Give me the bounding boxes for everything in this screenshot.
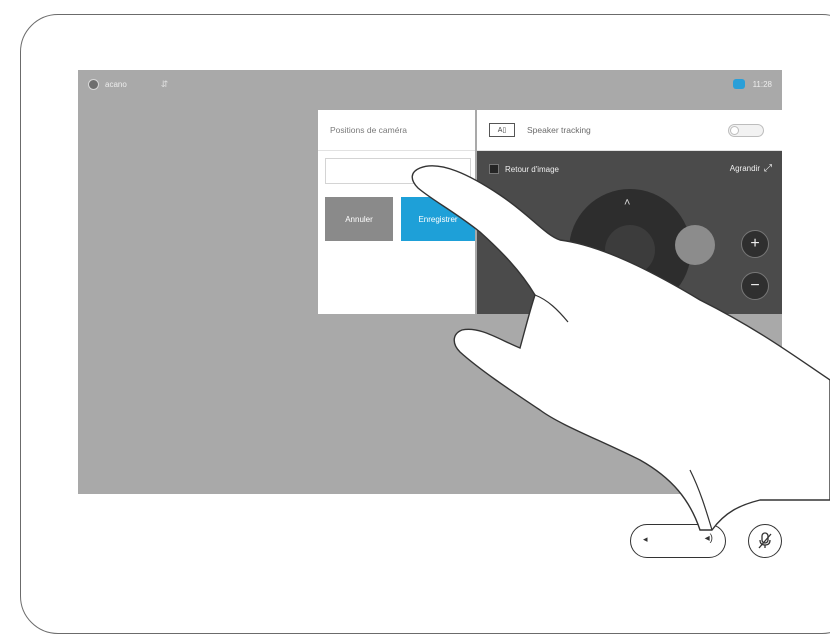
- speaker-tracking-label: Speaker tracking: [527, 125, 591, 135]
- mirror-row[interactable]: Retour d'image: [489, 164, 559, 174]
- speaker-low-icon[interactable]: ◂: [643, 534, 648, 545]
- status-right: 11:28: [732, 79, 772, 89]
- zoom-in-button[interactable]: +: [741, 230, 769, 258]
- presets-title: Positions de caméra: [330, 125, 408, 135]
- microphone-muted-icon: [758, 532, 772, 549]
- zoom-out-button[interactable]: −: [741, 272, 769, 300]
- touch-screen: acano ⇵ 11:28 Positions de caméra Annule…: [78, 70, 782, 494]
- expand-button[interactable]: Agrandir ⤢: [730, 163, 772, 174]
- zoom-indicator: [675, 225, 715, 265]
- corner-fold: [758, 470, 782, 494]
- clock: 11:28: [752, 79, 772, 89]
- cancel-button[interactable]: Annuler: [325, 197, 393, 241]
- camera-presets-pane: Positions de caméra Annuler Enregistrer: [318, 110, 475, 314]
- presets-header: Positions de caméra: [318, 110, 475, 151]
- camera-self-view-icon[interactable]: [732, 79, 745, 89]
- chevron-up-icon[interactable]: ˄: [624, 197, 630, 209]
- expand-label: Agrandir: [729, 164, 760, 173]
- pan-tilt-joystick[interactable]: ˄: [569, 189, 691, 311]
- speaker-track-icon: A▯: [489, 123, 515, 137]
- preset-name-input[interactable]: [325, 158, 471, 184]
- status-left: acano ⇵: [88, 79, 168, 90]
- contact-label: acano: [105, 80, 127, 89]
- joystick-center: [605, 225, 655, 275]
- speaker-tracking-row: A▯ Speaker tracking: [477, 110, 782, 151]
- mirror-label: Retour d'image: [505, 164, 559, 174]
- mute-button[interactable]: [748, 524, 782, 558]
- speaker-high-icon[interactable]: ◂): [705, 533, 713, 544]
- expand-icon: ⤢: [764, 163, 772, 174]
- volume-control[interactable]: ◂ ◂): [630, 524, 726, 558]
- save-preset-button[interactable]: Enregistrer: [401, 197, 475, 241]
- camera-control-pane: A▯ Speaker tracking Retour d'image Agran…: [477, 110, 782, 314]
- signal-icon: ⇵: [160, 79, 169, 89]
- speaker-tracking-toggle[interactable]: [728, 124, 764, 137]
- camera-control-panel: Positions de caméra Annuler Enregistrer …: [318, 110, 782, 314]
- toggle-knob: [730, 126, 739, 135]
- mirror-checkbox[interactable]: [489, 164, 499, 174]
- status-icon: [88, 79, 99, 90]
